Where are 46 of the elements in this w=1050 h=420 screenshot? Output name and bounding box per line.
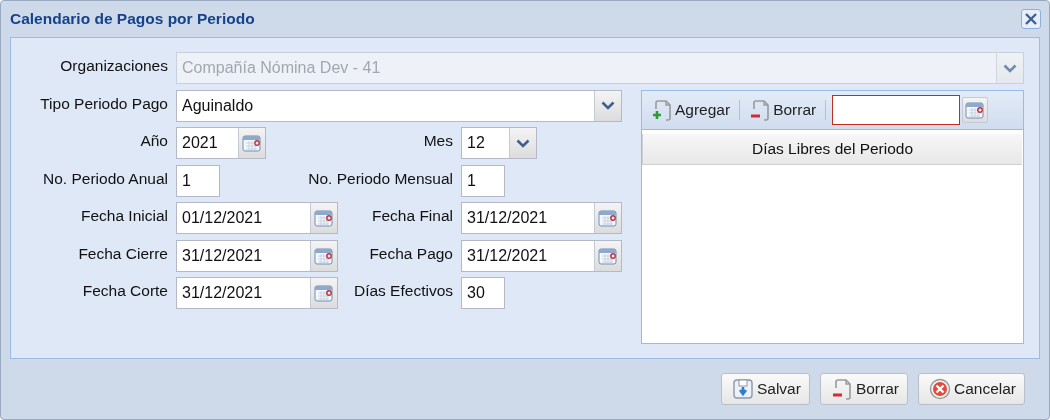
field-label: No. Periodo Anual [43,169,168,188]
field-label: Tipo Periodo Pago [40,94,168,113]
date-field[interactable]: 01/12/2021 [176,202,338,234]
page-remove-icon [830,378,853,400]
delete-button[interactable]: Borrar [819,373,908,405]
window-title: Calendario de Pagos por Periodo [10,10,255,28]
date-field[interactable]: 31/12/2021 [461,239,622,272]
dropdown-field[interactable]: 12 [461,127,537,159]
calendar-icon [598,209,618,227]
page-remove-icon [749,98,772,121]
cancel-icon [928,378,951,400]
close-button[interactable] [1021,9,1041,29]
save-button[interactable]: Salvar [720,373,810,405]
calendar-icon [242,134,262,152]
field-label: Días Efectivos [353,282,453,300]
field-label: Año [140,132,168,150]
page-add-icon [651,98,673,121]
field-label: No. Periodo Mensual [308,169,453,188]
column-header[interactable]: Días Libres del Periodo [642,133,1022,165]
field-label: Fecha Pago [369,244,453,263]
calendar-icon [314,284,334,302]
date-field[interactable]: 31/12/2021 [176,277,338,309]
field-label: Mes [423,132,453,150]
field-label: Fecha Cierre [78,244,168,263]
input-field[interactable]: 1 [461,164,505,197]
field-label: Fecha Final [372,207,453,225]
cancel-button[interactable]: Cancelar [917,373,1025,405]
delete-button[interactable]: Borrar [746,96,820,123]
date-field[interactable]: 31/12/2021 [176,239,338,272]
add-button[interactable]: Agregar [648,96,734,123]
calendar-icon [598,246,618,265]
date-field[interactable]: 2021 [176,127,266,159]
chevron-down-icon [516,138,530,148]
date-input-field[interactable] [832,94,961,125]
calendar-icon [965,100,986,119]
field-label: Fecha Inicial [81,207,168,225]
calendar-icon [314,246,334,265]
input-field[interactable]: 30 [461,277,505,309]
calendar-icon [314,209,334,227]
input-field[interactable]: 1 [176,164,220,197]
field-label: Fecha Corte [82,282,168,300]
chevron-down-icon [1003,63,1017,73]
field-label: Organizaciones [60,57,168,75]
chevron-down-icon [601,101,615,110]
dropdown-field[interactable]: Aguinaldo [176,89,622,122]
date-field[interactable]: 31/12/2021 [461,202,622,234]
